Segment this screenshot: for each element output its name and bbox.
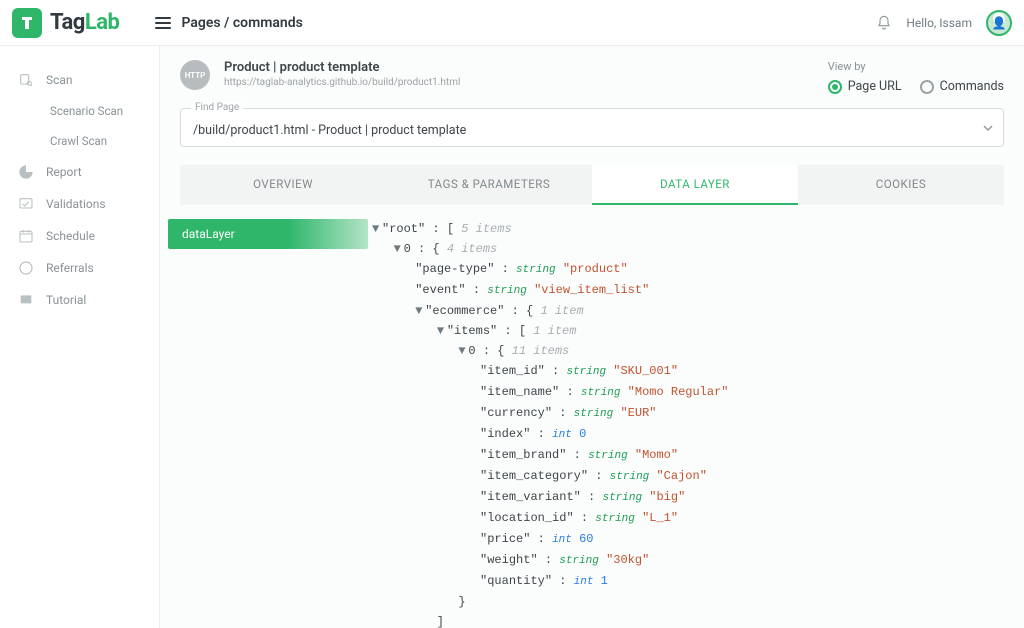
sidebar-item-label: Schedule	[46, 229, 95, 243]
sidebar-item-label: Tutorial	[46, 293, 86, 307]
tutorial-icon	[18, 292, 34, 308]
brand-name: TagLab	[50, 10, 119, 35]
tab-data-layer[interactable]: DATA LAYER	[592, 165, 798, 205]
menu-toggle-icon[interactable]	[155, 17, 171, 29]
sidebar-item-tutorial[interactable]: Tutorial	[0, 284, 159, 316]
radio-label: Page URL	[848, 79, 902, 94]
radio-label: Commands	[940, 79, 1004, 94]
sidebar-item-label: Scenario Scan	[50, 104, 123, 118]
tabs: OVERVIEW TAGS & PARAMETERS DATA LAYER CO…	[180, 165, 1004, 205]
viewby-label: View by	[828, 60, 1004, 73]
page-title: Product | product template	[224, 60, 460, 75]
sidebar-item-label: Scan	[46, 73, 73, 87]
scan-icon	[18, 72, 34, 88]
tab-overview[interactable]: OVERVIEW	[180, 165, 386, 205]
sidebar-item-crawl-scan[interactable]: Crawl Scan	[0, 126, 159, 156]
radio-page-url[interactable]: Page URL	[828, 79, 902, 94]
find-page-value: /build/product1.html - Product | product…	[193, 123, 991, 138]
sidebar-item-scan[interactable]: Scan	[0, 64, 159, 96]
validations-icon	[18, 196, 34, 212]
sidebar-item-referrals[interactable]: Referrals	[0, 252, 159, 284]
sidebar-item-report[interactable]: Report	[0, 156, 159, 188]
find-page-select[interactable]: Find Page /build/product1.html - Product…	[180, 108, 1004, 147]
schedule-icon	[18, 228, 34, 244]
tab-tags-parameters[interactable]: TAGS & PARAMETERS	[386, 165, 592, 205]
sidebar: Scan Scenario Scan Crawl Scan Report Val…	[0, 46, 160, 628]
find-page-label: Find Page	[191, 102, 243, 113]
avatar[interactable]: 👤	[986, 10, 1012, 36]
chevron-down-icon	[983, 125, 993, 131]
http-badge: HTTP	[180, 60, 210, 90]
breadcrumb: Pages / commands	[181, 15, 302, 31]
tab-cookies[interactable]: COOKIES	[798, 165, 1004, 205]
sidebar-item-label: Report	[46, 165, 82, 179]
greeting-text: Hello, Issam	[906, 16, 972, 30]
sidebar-item-label: Referrals	[46, 261, 94, 275]
datalayer-pill[interactable]: dataLayer	[168, 219, 368, 249]
referrals-icon	[18, 260, 34, 276]
page-url: https://taglab-analytics.github.io/build…	[224, 77, 460, 88]
sidebar-item-validations[interactable]: Validations	[0, 188, 159, 220]
json-viewer[interactable]: ▼"root" : [ 5 items ▼0 : { 4 items "page…	[368, 219, 1004, 628]
report-icon	[18, 164, 34, 180]
sidebar-item-label: Validations	[46, 197, 106, 211]
radio-commands[interactable]: Commands	[920, 79, 1004, 94]
logo-icon	[12, 8, 42, 38]
bell-icon[interactable]	[876, 15, 892, 31]
sidebar-item-label: Crawl Scan	[50, 134, 107, 148]
sidebar-item-scenario-scan[interactable]: Scenario Scan	[0, 96, 159, 126]
sidebar-item-schedule[interactable]: Schedule	[0, 220, 159, 252]
